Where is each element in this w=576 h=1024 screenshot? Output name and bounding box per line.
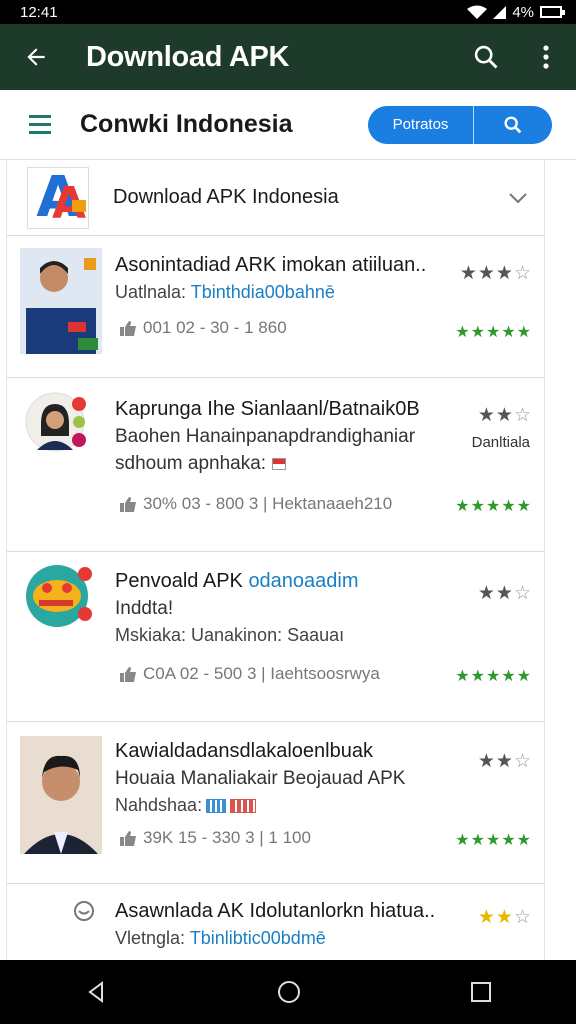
star-rating: ★★☆ bbox=[477, 907, 532, 928]
home-nav-icon[interactable] bbox=[276, 979, 302, 1005]
developer-link[interactable]: Tbinthdia00bahnē bbox=[191, 282, 335, 302]
app-name-line2: Inddta! bbox=[115, 598, 174, 619]
app-name: Asonintadiad ARK imokan atiiluan.. bbox=[115, 254, 427, 276]
menu-icon[interactable] bbox=[0, 115, 80, 134]
app-bar: Download APK bbox=[0, 24, 576, 90]
developer-link[interactable]: Tbinlibtic00bdmē bbox=[190, 928, 326, 948]
thumbs-up-icon bbox=[120, 831, 136, 846]
list-item[interactable]: Penvoald APK odanoaadim Inddta! Mskiaka:… bbox=[7, 552, 544, 722]
stats-text: C0A 02 - 500 3 | Iaehtsoosrwya bbox=[143, 664, 380, 683]
flag-badge-icon bbox=[230, 798, 257, 813]
status-time: 12:41 bbox=[20, 3, 58, 21]
more-vert-icon bbox=[543, 45, 549, 69]
more-options-button[interactable] bbox=[516, 44, 576, 70]
list-item[interactable]: Asonintadiad ARK imokan atiiluan.. Uatln… bbox=[7, 236, 544, 378]
search-button[interactable] bbox=[456, 43, 516, 71]
app-name-line2: Houaia Manaliakair Beojauad APK bbox=[115, 768, 406, 789]
pill-search-button[interactable] bbox=[474, 114, 552, 136]
app-thumbnail bbox=[20, 248, 102, 354]
app-name: Penvoald APK bbox=[115, 570, 243, 592]
app-stats: C0A 02 - 500 3 | Iaehtsoosrwya bbox=[119, 664, 380, 684]
back-nav-icon[interactable] bbox=[84, 980, 108, 1004]
status-bar: 12:41 4% bbox=[0, 0, 576, 24]
app-thumbnail bbox=[20, 736, 102, 854]
app-link[interactable]: odanoaadim bbox=[248, 570, 358, 592]
signal-icon bbox=[493, 5, 507, 19]
developer-label: Mskiaka: Uanakinon: Saauaı bbox=[115, 625, 345, 645]
star-rating: ★★★☆ bbox=[459, 263, 532, 284]
app-title: Download APK bbox=[86, 40, 290, 73]
developer-label: Nahdshaa: bbox=[115, 795, 203, 815]
flag-icon bbox=[272, 457, 287, 470]
developer-label: Vletngla: bbox=[115, 928, 186, 948]
green-star-rating: ★★★★★ bbox=[455, 498, 532, 515]
thumbs-up-icon bbox=[120, 667, 136, 682]
search-icon bbox=[474, 45, 498, 69]
chevron-down-icon[interactable] bbox=[508, 192, 528, 204]
section-title: Conwki Indonesia bbox=[80, 110, 293, 138]
green-star-rating: ★★★★★ bbox=[455, 668, 532, 685]
pill-label[interactable]: Potratos bbox=[368, 105, 474, 144]
list-item[interactable]: Kaprunga Ihe Sianlaanl/Batnaik0B Baohen … bbox=[7, 378, 544, 552]
app-name: Kawialdadansdlakaloenlbuak bbox=[115, 740, 373, 762]
category-label: Danltiala bbox=[471, 434, 530, 451]
battery-percent: 4% bbox=[512, 3, 534, 21]
battery-icon bbox=[540, 6, 565, 18]
list-item[interactable]: Kawialdadansdlakaloenlbuak Houaia Manali… bbox=[7, 722, 544, 884]
wifi-icon bbox=[467, 5, 488, 19]
green-star-rating: ★★★★★ bbox=[455, 324, 532, 341]
secondary-toolbar: Conwki Indonesia Potratos bbox=[0, 90, 576, 160]
app-stats: 30% 03 - 800 3 | Hektanaaeh210 bbox=[119, 494, 392, 514]
star-rating: ★★☆ bbox=[477, 405, 532, 426]
app-thumbnail bbox=[73, 900, 95, 927]
list-header-title: Download APK Indonesia bbox=[113, 186, 339, 208]
system-nav-bar bbox=[0, 960, 576, 1024]
thumbs-up-icon bbox=[120, 497, 136, 512]
app-name: Asawnlada AK Idolutanlorkn hiatua.. bbox=[115, 900, 436, 922]
list-header-card[interactable]: A A Download APK Indonesia bbox=[7, 160, 544, 236]
grid-badge-icon bbox=[206, 798, 227, 813]
list-item[interactable]: Asawnlada AK Idolutanlorkn hiatua.. Vlet… bbox=[7, 884, 544, 960]
stats-text: 30% 03 - 800 3 | Hektanaaeh210 bbox=[143, 494, 393, 513]
developer-label: Uatlnala: bbox=[115, 282, 187, 302]
back-button[interactable] bbox=[0, 44, 72, 70]
back-arrow-icon bbox=[27, 48, 45, 66]
app-name-line2: Baohen Hanainpanapdrandighaniar bbox=[115, 426, 416, 447]
app-stats: 39K 15 - 330 3 | 1 100 bbox=[119, 828, 311, 848]
app-thumbnail bbox=[25, 392, 93, 460]
app-name: Kaprunga Ihe Sianlaanl/Batnaik0B bbox=[115, 398, 420, 420]
recents-nav-icon[interactable] bbox=[470, 981, 492, 1003]
green-star-rating: ★★★★★ bbox=[455, 832, 532, 849]
stats-text: 39K 15 - 330 3 | 1 100 bbox=[143, 828, 311, 847]
filter-search-pill[interactable]: Potratos bbox=[368, 105, 552, 144]
stats-text: 001 02 - 30 - 1 860 bbox=[143, 318, 287, 337]
star-rating: ★★☆ bbox=[477, 751, 532, 772]
app-name-line3: sdhoum apnhaka: bbox=[115, 453, 267, 474]
app-logo: A A bbox=[27, 166, 89, 229]
app-stats: 001 02 - 30 - 1 860 bbox=[119, 318, 287, 338]
search-icon bbox=[504, 115, 522, 133]
star-rating: ★★☆ bbox=[477, 583, 532, 604]
thumbs-up-icon bbox=[120, 321, 136, 336]
app-list: A A Download APK Indonesia Asonintadiad … bbox=[6, 160, 545, 960]
app-thumbnail bbox=[25, 564, 95, 634]
